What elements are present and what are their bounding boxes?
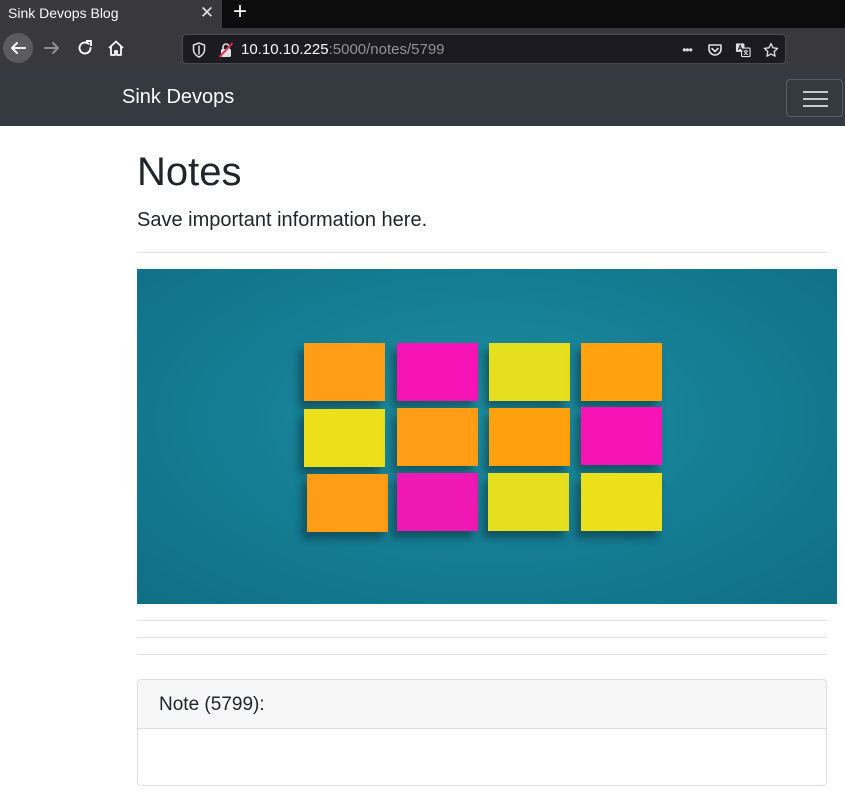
- browser-toolbar: 10.10.10.225:5000/notes/5799 •••: [0, 28, 845, 69]
- home-button[interactable]: [101, 33, 131, 63]
- browser-tab[interactable]: Sink Devops Blog ✕: [0, 0, 222, 28]
- new-tab-button[interactable]: +: [228, 0, 252, 25]
- arrow-left-icon: [11, 42, 26, 54]
- sticky-note: [397, 343, 478, 401]
- sticky-notes-image: [137, 269, 837, 604]
- translate-icon[interactable]: [735, 42, 751, 58]
- divider: [137, 654, 827, 655]
- divider: [137, 252, 827, 253]
- home-icon: [108, 40, 124, 56]
- sticky-note: [489, 343, 570, 401]
- back-button[interactable]: [3, 33, 33, 63]
- tab-close-icon[interactable]: ✕: [198, 4, 216, 22]
- divider: [137, 620, 827, 621]
- tab-title: Sink Devops Blog: [8, 5, 119, 21]
- sticky-note: [581, 473, 662, 531]
- navbar-toggle-button[interactable]: [786, 79, 843, 117]
- page-title: Notes: [137, 150, 242, 194]
- more-actions-icon[interactable]: •••: [679, 42, 695, 58]
- sticky-note: [581, 407, 662, 465]
- divider: [137, 637, 827, 638]
- sticky-note: [489, 408, 570, 466]
- address-bar[interactable]: 10.10.10.225:5000/notes/5799 •••: [182, 34, 786, 64]
- note-card-header: Note (5799):: [138, 680, 826, 729]
- sticky-note: [304, 343, 385, 401]
- sticky-note: [307, 474, 388, 532]
- sticky-note: [581, 343, 662, 401]
- reload-icon: [78, 40, 92, 55]
- sticky-note: [397, 408, 478, 466]
- navbar-brand-link[interactable]: Sink Devops: [122, 86, 234, 109]
- shield-icon[interactable]: [191, 42, 207, 58]
- hamburger-bar: [803, 105, 828, 107]
- note-card: Note (5799):: [137, 679, 827, 786]
- url-host: 10.10.10.225: [241, 41, 329, 58]
- reload-button[interactable]: [70, 33, 100, 63]
- site-navbar: Sink Devops: [0, 69, 845, 126]
- sticky-note: [488, 473, 569, 531]
- pocket-icon[interactable]: [707, 42, 723, 58]
- note-card-title: Note (5799):: [159, 694, 265, 715]
- bookmark-star-icon[interactable]: [763, 42, 779, 58]
- sticky-note: [304, 409, 385, 467]
- page-subtitle: Save important information here.: [137, 209, 428, 231]
- insecure-lock-icon[interactable]: [218, 42, 234, 58]
- url-text: 10.10.10.225:5000/notes/5799: [241, 41, 445, 58]
- hamburger-bar: [803, 98, 828, 100]
- hamburger-bar: [803, 91, 828, 93]
- forward-button[interactable]: [37, 33, 67, 63]
- browser-tab-strip: Sink Devops Blog ✕ +: [0, 0, 845, 28]
- url-path: :5000/notes/5799: [328, 41, 445, 58]
- sticky-note: [397, 473, 478, 531]
- arrow-right-icon: [44, 42, 59, 54]
